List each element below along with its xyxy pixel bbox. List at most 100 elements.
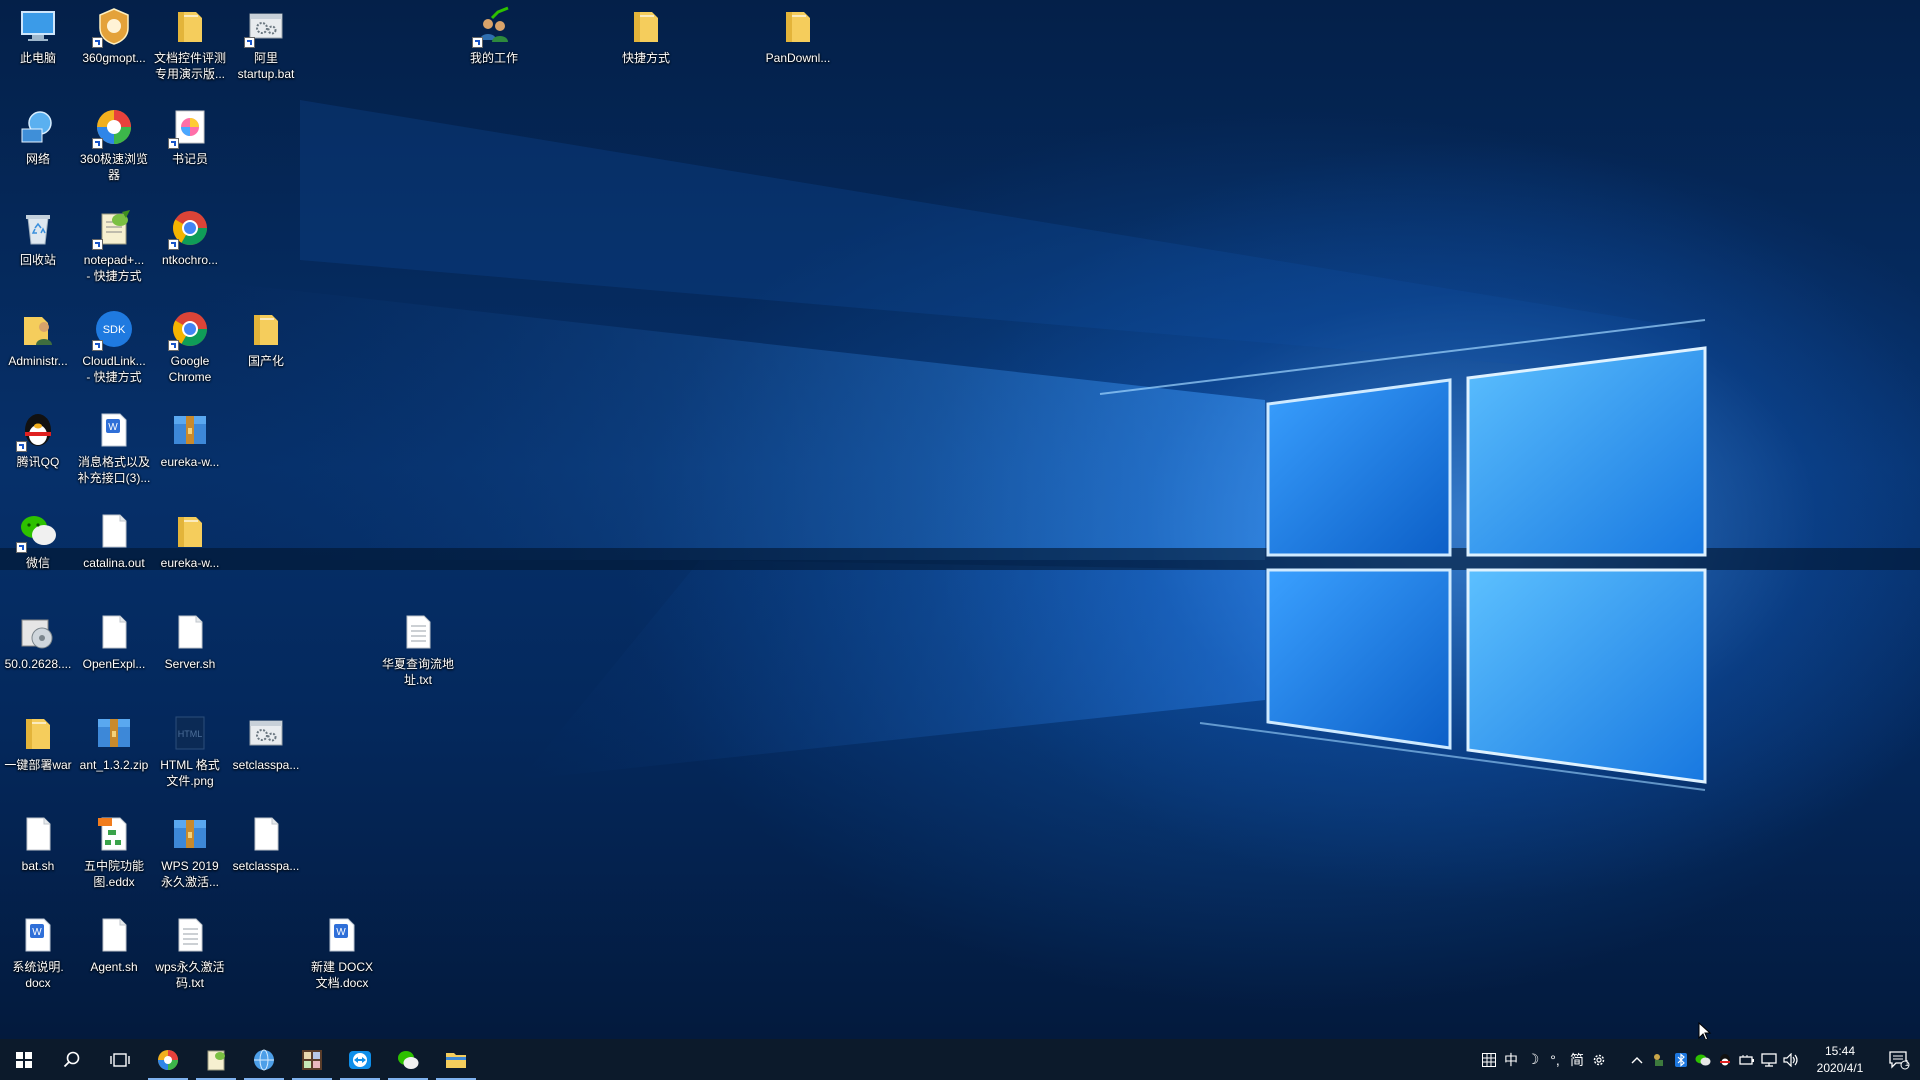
key-person-icon: [1654, 1053, 1663, 1066]
360-browser-taskbar[interactable]: [144, 1039, 192, 1080]
desktop-icon-label: 消息格式以及补充接口(3)...: [77, 455, 151, 485]
shortcut-arrow-icon: [92, 138, 103, 149]
clock[interactable]: 15:44 2020/4/1: [1802, 1043, 1878, 1077]
tray-key-app[interactable]: [1648, 1039, 1670, 1080]
desktop-icon[interactable]: bat.sh: [0, 814, 76, 874]
app-grid-taskbar[interactable]: [288, 1039, 336, 1080]
browser-globe-taskbar[interactable]: [240, 1039, 288, 1080]
action-center-button[interactable]: 1: [1878, 1039, 1920, 1080]
tray-wechat[interactable]: [1692, 1039, 1714, 1080]
ime-mode-button[interactable]: [1478, 1039, 1500, 1080]
desktop-icon[interactable]: 网络: [0, 107, 76, 167]
desktop-icon[interactable]: 360gmopt...: [76, 6, 152, 66]
wechat-icon: [1695, 1054, 1711, 1065]
desktop-icon[interactable]: setclasspa...: [228, 814, 304, 874]
network-icon: [18, 107, 58, 147]
wechat-icon: [396, 1048, 420, 1072]
desktop-icon[interactable]: wps永久激活 码.txt: [152, 915, 228, 991]
pinwheel-app-icon: [168, 107, 210, 149]
shortcut-arrow-icon: [16, 542, 27, 553]
desktop-icon[interactable]: notepad+... - 快捷方式: [76, 208, 152, 284]
desktop-icon[interactable]: 一键部署war: [0, 713, 76, 773]
gear-icon: [1593, 1054, 1605, 1065]
desktop-icon[interactable]: catalina.out: [76, 511, 152, 571]
desktop-icon-label: catalina.out: [83, 556, 145, 570]
text-file-icon: [170, 915, 210, 955]
desktop-icon[interactable]: 阿里 startup.bat: [228, 6, 304, 82]
desktop-icon[interactable]: 书记员: [152, 107, 228, 167]
task-view-button[interactable]: [96, 1039, 144, 1080]
notepad-plus-plus-taskbar[interactable]: [192, 1039, 240, 1080]
desktop-icon[interactable]: Google Chrome: [152, 309, 228, 385]
desktop-icon[interactable]: 我的工作: [456, 6, 532, 66]
show-hidden-icons-button[interactable]: [1626, 1039, 1648, 1080]
start-button[interactable]: [0, 1039, 48, 1080]
batch-file-icon: [246, 713, 286, 753]
desktop-icon[interactable]: ntkochro...: [152, 208, 228, 268]
ime-simplified-button[interactable]: 简: [1566, 1039, 1588, 1080]
notepad-plus-plus-icon: [92, 208, 134, 250]
desktop-icon[interactable]: 回收站: [0, 208, 76, 268]
windows-logo-icon: [16, 1051, 32, 1068]
teamviewer-taskbar[interactable]: [336, 1039, 384, 1080]
search-button[interactable]: [48, 1039, 96, 1080]
tray-network[interactable]: [1758, 1039, 1780, 1080]
wps-doc-icon: W: [322, 915, 362, 955]
tray-bluetooth[interactable]: [1670, 1039, 1692, 1080]
desktop-icon[interactable]: OpenExpl...: [76, 612, 152, 672]
ime-width-button[interactable]: ☽: [1522, 1039, 1544, 1080]
desktop-icon[interactable]: 国产化: [228, 309, 304, 369]
desktop-icon[interactable]: 五中院功能 图.eddx: [76, 814, 152, 890]
shortcut-arrow-icon: [92, 37, 103, 48]
desktop-icon[interactable]: W 新建 DOCX 文档.docx: [304, 915, 380, 991]
desktop-icon[interactable]: 文档控件评测专用演示版...: [152, 6, 228, 82]
desktop-icon[interactable]: 50.0.2628....: [0, 612, 76, 672]
chevron-up-icon: [1631, 1056, 1643, 1063]
desktop-icon-label: 我的工作: [469, 51, 518, 65]
desktop-icon[interactable]: eureka-w...: [152, 410, 228, 470]
desktop-icon[interactable]: W 系统说明. docx: [0, 915, 76, 991]
desktop-icon[interactable]: 此电脑: [0, 6, 76, 66]
desktop-icon-label: 阿里 startup.bat: [237, 51, 295, 81]
blank-file-icon: [94, 612, 134, 652]
tray-volume[interactable]: [1780, 1039, 1802, 1080]
desktop-icon-label: 360gmopt...: [82, 51, 146, 65]
desktop-icon[interactable]: HTML HTML 格式 文件.png: [152, 713, 228, 789]
desktop-icon[interactable]: Server.sh: [152, 612, 228, 672]
desktop-icon[interactable]: SDK CloudLink... - 快捷方式: [76, 309, 152, 385]
desktop-icon[interactable]: setclasspa...: [228, 713, 304, 773]
desktop-icon[interactable]: Administr...: [0, 309, 76, 369]
installer-icon: [18, 612, 58, 652]
desktop-icon[interactable]: 腾讯QQ: [0, 410, 76, 470]
chrome-icon: [168, 208, 210, 250]
wechat-taskbar[interactable]: [384, 1039, 432, 1080]
desktop-icon-label: 微信: [25, 556, 50, 570]
network-icon: [1761, 1052, 1777, 1067]
desktop-icon-label: Google Chrome: [168, 354, 212, 384]
desktop-icon[interactable]: 快捷方式: [608, 6, 684, 66]
svg-text:HTML: HTML: [178, 729, 203, 739]
desktop-icon-label: 文档控件评测专用演示版...: [153, 51, 226, 81]
desktop-icon[interactable]: WPS 2019 永久激活...: [152, 814, 228, 890]
ime-punctuation-button[interactable]: °,: [1544, 1039, 1566, 1080]
desktop-icon-label: 回收站: [19, 253, 56, 267]
desktop-icon[interactable]: PanDownl...: [760, 6, 836, 66]
desktop-icon[interactable]: 微信: [0, 511, 76, 571]
chrome-icon: [168, 309, 210, 351]
ime-settings-button[interactable]: [1588, 1039, 1610, 1080]
desktop[interactable]: 此电脑 360gmopt... 文档控件评测专用演示版... 阿里 startup.b…: [0, 0, 1920, 1039]
desktop-icon[interactable]: eureka-w...: [152, 511, 228, 571]
folder-icon: [18, 713, 58, 753]
desktop-icon[interactable]: Agent.sh: [76, 915, 152, 975]
desktop-icon[interactable]: ant_1.3.2.zip: [76, 713, 152, 773]
file-explorer-taskbar[interactable]: [432, 1039, 480, 1080]
ime-chinese-button[interactable]: 中: [1500, 1039, 1522, 1080]
desktop-icon[interactable]: W 消息格式以及补充接口(3)...: [76, 410, 152, 486]
desktop-icon-label: 此电脑: [19, 51, 56, 65]
task-view-icon: [110, 1052, 130, 1067]
desktop-icon[interactable]: 360极速浏览器: [76, 107, 152, 183]
tray-power[interactable]: [1736, 1039, 1758, 1080]
desktop-icon[interactable]: 华夏查询流地址.txt: [380, 612, 456, 688]
wechat-icon: [16, 511, 58, 553]
tray-qq[interactable]: [1714, 1039, 1736, 1080]
